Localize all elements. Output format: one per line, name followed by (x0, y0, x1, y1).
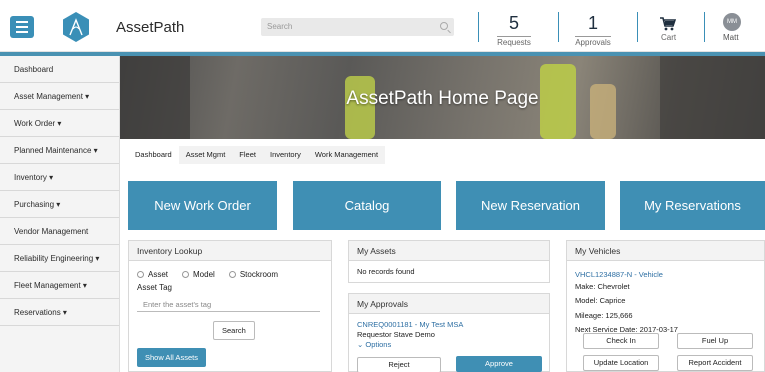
radio-model-label: Model (193, 270, 215, 279)
panel-title: My Approvals (349, 294, 549, 314)
radio-circle-icon (228, 271, 236, 278)
new-reservation-button[interactable]: New Reservation (456, 181, 605, 230)
panel-title: My Assets (349, 241, 549, 261)
tab-work-management[interactable]: Work Management (308, 146, 385, 164)
hero-banner: AssetPath Home Page (120, 56, 765, 139)
sidebar-item-planned-maintenance[interactable]: Planned Maintenance ▾ (0, 137, 119, 164)
inventory-lookup-panel: Inventory Lookup Asset Model Stockroom A… (128, 240, 332, 372)
show-all-assets-button[interactable]: Show All Assets (137, 348, 206, 367)
my-approvals-panel: My Approvals CNREQ0001181 - My Test MSA … (348, 293, 550, 372)
user-name[interactable]: Matt (723, 33, 739, 42)
top-header: AssetPath Search 5 Requests 1 Approvals … (0, 0, 765, 52)
hero-title: AssetPath Home Page (346, 88, 539, 109)
lookup-type-radios: Asset Model Stockroom (137, 270, 323, 279)
cart-icon[interactable] (660, 17, 676, 31)
sidebar-item-vendor-management[interactable]: Vendor Management (0, 218, 119, 245)
vehicle-mileage: Mileage: 125,666 (575, 310, 633, 320)
radio-circle-icon (182, 271, 190, 278)
assetpath-logo-icon[interactable] (60, 11, 92, 43)
panel-title: My Vehicles (567, 241, 764, 261)
approval-request-link[interactable]: CNREQ0001181 - My Test MSA (357, 320, 541, 330)
requests-counter[interactable]: 5 Requests (489, 14, 539, 50)
tab-asset-mgmt[interactable]: Asset Mgmt (179, 146, 233, 164)
my-vehicles-panel: My Vehicles VHCL1234887-N - Vehicle Make… (566, 240, 765, 372)
sidebar-item-reliability-engineering[interactable]: Reliability Engineering ▾ (0, 245, 119, 272)
search-button[interactable]: Search (213, 321, 255, 340)
radio-stockroom-label: Stockroom (239, 270, 279, 279)
approvals-count: 1 (587, 13, 598, 33)
requests-label: Requests (497, 36, 531, 47)
new-work-order-button[interactable]: New Work Order (128, 181, 277, 230)
approve-button[interactable]: Approve (456, 356, 542, 372)
avatar[interactable]: MM (723, 13, 741, 31)
search-input[interactable]: Search (261, 18, 454, 36)
report-accident-button[interactable]: Report Accident (677, 355, 753, 371)
tab-fleet[interactable]: Fleet (232, 146, 263, 164)
search-placeholder: Search (267, 22, 293, 31)
tab-inventory[interactable]: Inventory (263, 146, 308, 164)
my-reservations-button[interactable]: My Reservations (620, 181, 765, 230)
radio-model[interactable]: Model (182, 270, 215, 279)
sidebar-item-asset-management[interactable]: Asset Management ▾ (0, 83, 119, 110)
panel-title: Inventory Lookup (129, 241, 331, 261)
approvals-counter[interactable]: 1 Approvals (568, 14, 618, 50)
divider (478, 12, 479, 42)
radio-asset-label: Asset (148, 270, 169, 279)
vehicle-link[interactable]: VHCL1234887-N - Vehicle (575, 269, 756, 281)
radio-asset[interactable]: Asset (137, 270, 168, 279)
my-assets-panel: My Assets No records found (348, 240, 550, 283)
sidebar-item-fleet-management[interactable]: Fleet Management ▾ (0, 272, 119, 299)
asset-tag-label: Asset Tag (137, 283, 172, 292)
vehicle-model: Model: Caprice (575, 296, 626, 305)
options-toggle[interactable]: ⌄ Options (357, 340, 541, 350)
sidebar: Dashboard Asset Management ▾ Work Order … (0, 56, 120, 372)
asset-tag-input[interactable]: Enter the asset's tag (137, 298, 320, 312)
update-location-button[interactable]: Update Location (583, 355, 659, 371)
requestor-text: Requestor Stave Demo (357, 330, 435, 339)
sidebar-item-dashboard[interactable]: Dashboard (0, 56, 119, 83)
hamburger-menu-button[interactable] (10, 16, 34, 38)
cart-label[interactable]: Cart (661, 33, 676, 42)
divider (637, 12, 638, 42)
radio-circle-icon (137, 271, 144, 278)
no-records-text: No records found (357, 267, 415, 276)
fuel-up-button[interactable]: Fuel Up (677, 333, 753, 349)
radio-stockroom[interactable]: Stockroom (228, 270, 279, 279)
search-icon[interactable] (440, 22, 448, 30)
app-title: AssetPath (116, 19, 185, 36)
options-label: Options (365, 340, 392, 349)
divider (704, 12, 705, 42)
vehicle-make: Make: Chevrolet (575, 281, 630, 291)
requests-count: 5 (508, 13, 519, 33)
tab-dashboard[interactable]: Dashboard (128, 146, 179, 164)
sidebar-item-inventory[interactable]: Inventory ▾ (0, 164, 119, 191)
catalog-button[interactable]: Catalog (293, 181, 441, 230)
dashboard-tabs: Dashboard Asset Mgmt Fleet Inventory Wor… (128, 146, 386, 164)
reject-button[interactable]: Reject (357, 357, 441, 372)
divider (558, 12, 559, 42)
sidebar-item-reservations[interactable]: Reservations ▾ (0, 299, 119, 326)
sidebar-item-work-order[interactable]: Work Order ▾ (0, 110, 119, 137)
sidebar-item-purchasing[interactable]: Purchasing ▾ (0, 191, 119, 218)
approvals-label: Approvals (575, 36, 611, 47)
check-in-button[interactable]: Check In (583, 333, 659, 349)
